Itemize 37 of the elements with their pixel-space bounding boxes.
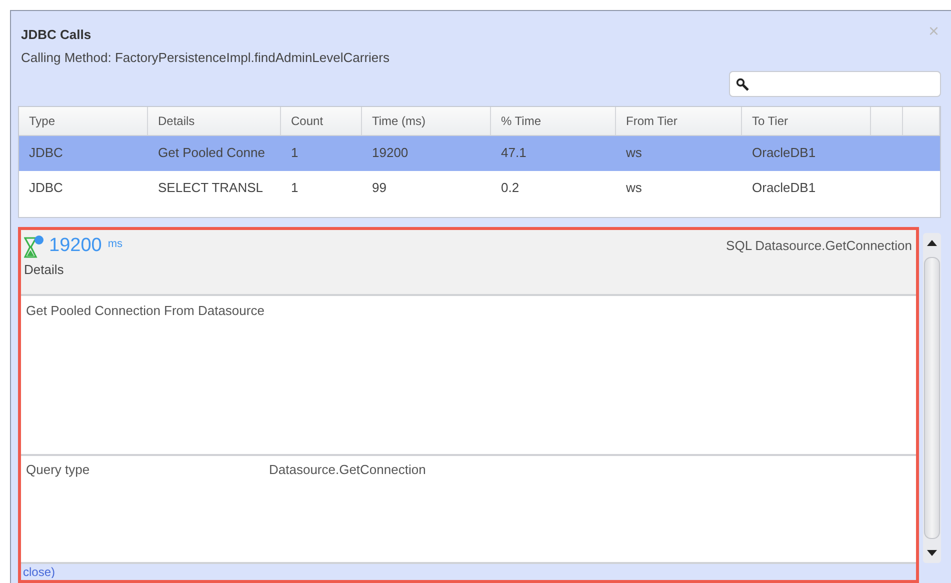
column-header[interactable]: % Time <box>491 107 616 135</box>
table-cell-text: SELECT TRANSL <box>157 179 264 197</box>
table-cell-text: 47.1 <box>500 144 528 162</box>
calling-method-text: Calling Method: FactoryPersistenceImpl.findAdminLevelCarriers <box>21 50 390 65</box>
column-header[interactable]: Count <box>281 107 362 135</box>
elapsed-time: 19200 <box>49 235 102 257</box>
property-value: Datasource.GetConnection <box>269 462 427 477</box>
property-name: Query type <box>26 462 91 477</box>
column-header[interactable]: Type <box>19 107 148 135</box>
table-cell-text: 99 <box>371 179 388 197</box>
column-header[interactable]: To Tier <box>742 107 871 135</box>
column-header[interactable]: Time (ms) <box>362 107 491 135</box>
table-cell-text: 1 <box>290 179 300 197</box>
table-cell-text: Get Pooled Conne <box>157 144 266 162</box>
scrollbar[interactable] <box>923 233 941 563</box>
scroll-up-icon[interactable] <box>927 239 937 247</box>
time-unit: ms <box>108 238 123 250</box>
table-row[interactable]: JDBC Get Pooled Conne 1 19200 47.1 ws OracleDB1 <box>19 136 940 171</box>
table-cell-text: OracleDB1 <box>751 179 817 197</box>
scroll-down-icon[interactable] <box>927 549 937 557</box>
table-cell-text: OracleDB1 <box>751 144 817 162</box>
table-cell-text: JDBC <box>28 144 64 162</box>
operation-name: SQL Datasource.GetConnection <box>726 238 912 253</box>
description-text: Get Pooled Connection From Datasource <box>26 303 264 318</box>
search-icon <box>736 78 749 90</box>
table-cell-text: 19200 <box>371 144 410 162</box>
table-cell-text: 0.2 <box>500 179 520 197</box>
column-header[interactable]: Details <box>148 107 281 135</box>
column-header[interactable]: From Tier <box>616 107 742 135</box>
hourglass-icon <box>24 234 46 258</box>
section-label: Details <box>24 262 65 277</box>
table-cell-text: ws <box>625 179 643 197</box>
table-cell-text: ws <box>625 144 643 162</box>
table-cell-text: 1 <box>290 144 300 162</box>
table-cell-text: JDBC <box>28 179 64 197</box>
search-field[interactable] <box>729 71 941 97</box>
window-title: JDBC Calls <box>21 27 92 42</box>
